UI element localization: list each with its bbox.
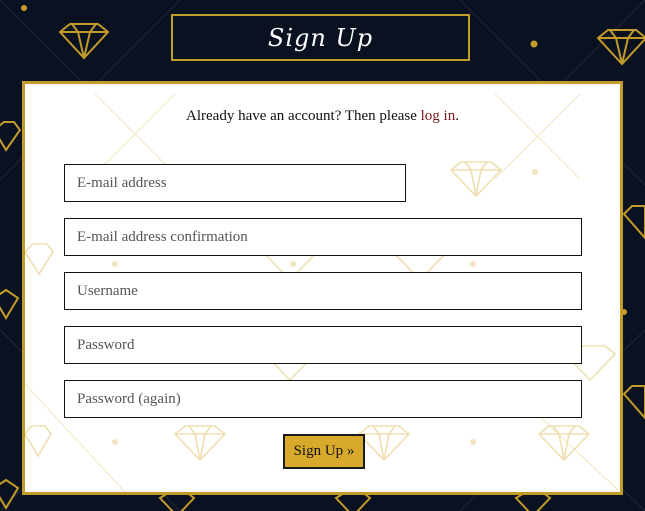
sign-up-button[interactable]: Sign Up » (283, 434, 365, 469)
diamond-icon (622, 205, 645, 240)
email-confirmation-field[interactable] (64, 218, 582, 256)
login-prompt: Already have an account? Then please log… (25, 108, 620, 125)
diamond-icon (596, 29, 645, 66)
login-prompt-period: . (455, 108, 459, 124)
password-again-field[interactable] (64, 380, 582, 418)
username-field[interactable] (64, 272, 582, 310)
diamond-icon (0, 121, 22, 152)
diamond-icon (58, 23, 110, 60)
email-field[interactable] (64, 164, 406, 202)
diamond-icon (0, 478, 20, 510)
password-field[interactable] (64, 326, 582, 364)
login-prompt-text: Already have an account? Then please (186, 108, 421, 124)
login-link[interactable]: log in (421, 108, 456, 124)
signup-card: Already have an account? Then please log… (22, 81, 623, 495)
diamond-icon (0, 288, 20, 320)
diamond-icon (622, 385, 645, 420)
page-title: Sign Up (267, 23, 374, 52)
page-title-box: Sign Up (171, 14, 470, 61)
